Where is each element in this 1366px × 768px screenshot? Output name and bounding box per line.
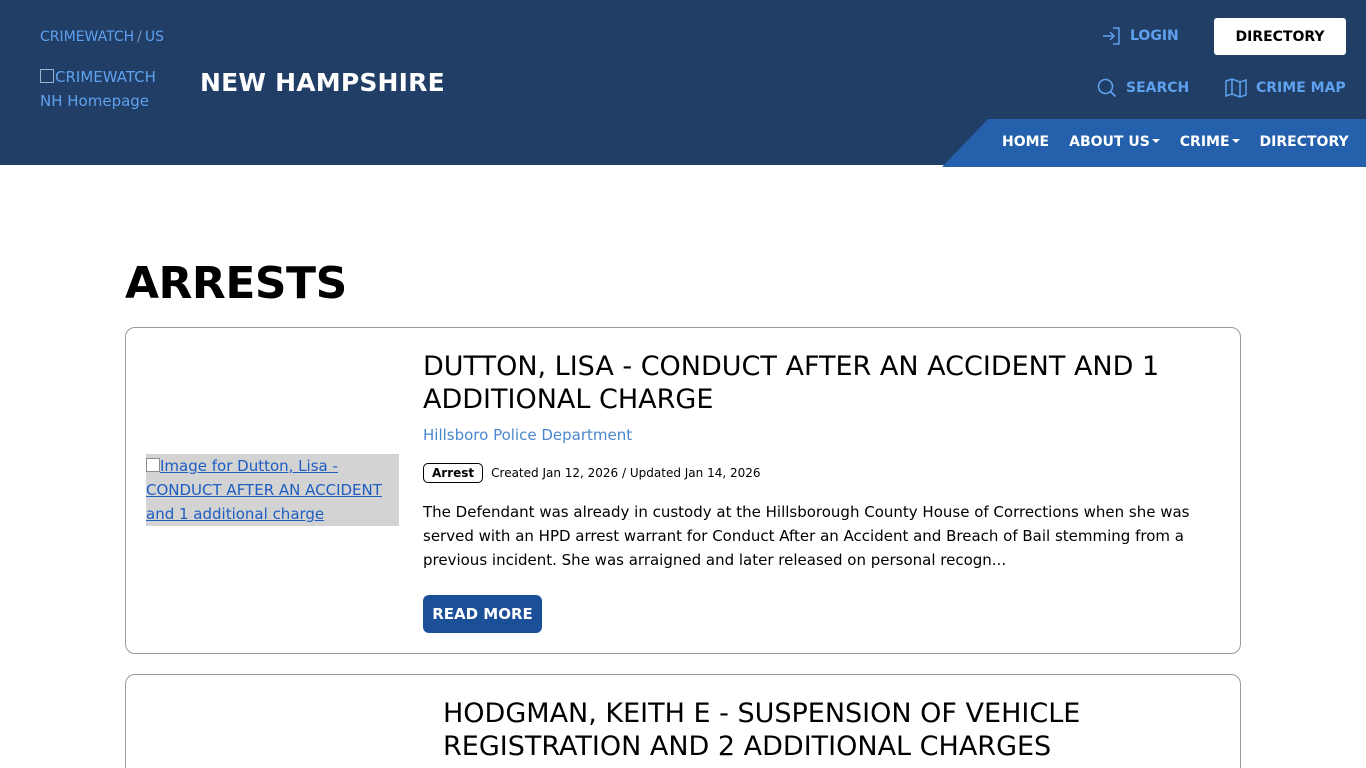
site-logo[interactable]: CRIMEWATCH NH Homepage (40, 65, 170, 113)
caret-down-icon (1151, 139, 1160, 143)
login-label: LOGIN (1130, 28, 1179, 44)
arrest-meta: Arrest Created Jan 12, 2026 / Updated Ja… (423, 463, 761, 483)
nav-crime[interactable]: CRIME (1180, 134, 1240, 150)
arrest-title[interactable]: DUTTON, LISA - CONDUCT AFTER AN ACCIDENT… (423, 350, 1203, 416)
arrest-card: HODGMAN, KEITH E - SUSPENSION OF VEHICLE… (125, 674, 1241, 768)
login-link[interactable]: LOGIN (1102, 26, 1179, 46)
search-label: SEARCH (1126, 80, 1190, 96)
logo-alt-text: CRIMEWATCH NH Homepage (40, 68, 156, 110)
arrest-description: The Defendant was already in custody at … (423, 503, 1190, 569)
breadcrumb-us[interactable]: US (145, 29, 164, 45)
login-icon (1103, 27, 1120, 45)
arrest-image-link[interactable]: Image for Dutton, Lisa - CONDUCT AFTER A… (146, 454, 399, 526)
breadcrumb: CRIMEWATCH / US (40, 29, 165, 45)
crime-map-link[interactable]: CRIME MAP (1225, 78, 1346, 98)
read-more-button[interactable]: READ MORE (423, 595, 542, 633)
nav-directory[interactable]: DIRECTORY (1260, 134, 1349, 150)
nav-home[interactable]: HOME (1002, 134, 1049, 150)
crime-map-label: CRIME MAP (1256, 80, 1346, 96)
page-title: ARRESTS (125, 258, 347, 309)
main-nav: HOME ABOUT US CRIME DIRECTORY (1002, 134, 1349, 150)
search-link[interactable]: SEARCH (1097, 78, 1189, 98)
site-title[interactable]: NEW HAMPSHIRE (200, 68, 445, 97)
site-header: CRIMEWATCH / US CRIMEWATCH NH Homepage NEW… (0, 0, 1366, 167)
arrest-card: Image for Dutton, Lisa - CONDUCT AFTER A… (125, 327, 1241, 654)
arrest-image-alt: Image for Dutton, Lisa - CONDUCT AFTER A… (146, 457, 382, 523)
category-badge: Arrest (423, 463, 484, 483)
nav-about-us[interactable]: ABOUT US (1069, 134, 1160, 150)
search-icon (1097, 78, 1117, 98)
arrest-dates: Created Jan 12, 2026 / Updated Jan 14, 2… (491, 466, 761, 480)
nav-about-us-label: ABOUT US (1069, 134, 1150, 150)
arrest-title[interactable]: HODGMAN, KEITH E - SUSPENSION OF VEHICLE… (443, 697, 1223, 763)
broken-image-icon (40, 69, 54, 83)
directory-button[interactable]: DIRECTORY (1214, 18, 1346, 55)
agency-link[interactable]: Hillsboro Police Department (423, 426, 632, 444)
map-icon (1225, 78, 1247, 98)
breadcrumb-crimewatch[interactable]: CRIMEWATCH (40, 29, 134, 45)
nav-crime-label: CRIME (1179, 134, 1230, 150)
broken-image-icon (146, 458, 160, 472)
caret-down-icon (1231, 139, 1240, 143)
